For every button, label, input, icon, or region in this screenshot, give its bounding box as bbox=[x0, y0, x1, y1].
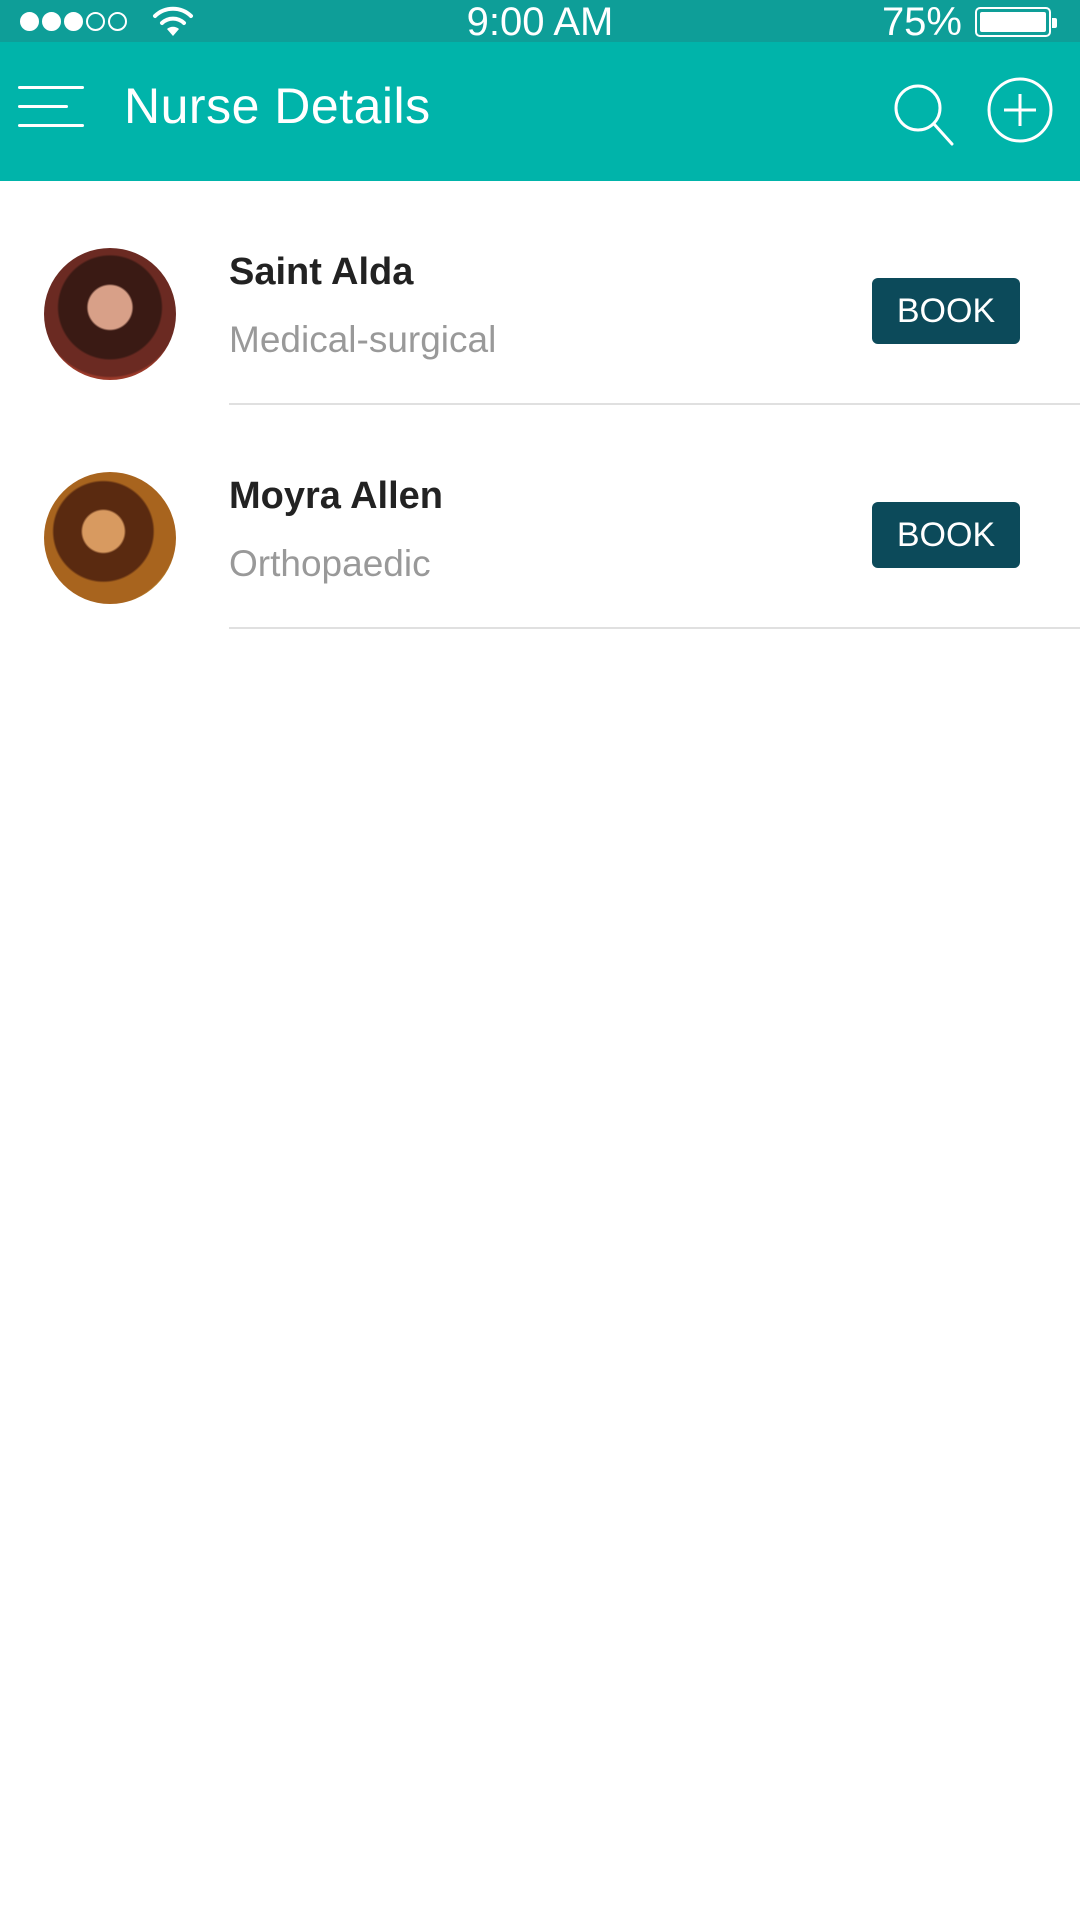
list-item[interactable]: Moyra Allen Orthopaedic BOOK bbox=[0, 405, 1080, 629]
battery-icon bbox=[975, 7, 1057, 37]
list-item[interactable]: Saint Alda Medical-surgical BOOK bbox=[0, 181, 1080, 405]
battery-fill bbox=[980, 12, 1046, 32]
avatar bbox=[44, 248, 176, 380]
hamburger-menu-icon[interactable] bbox=[18, 86, 84, 130]
battery-cap bbox=[1052, 18, 1057, 28]
menu-line bbox=[18, 105, 68, 108]
book-button[interactable]: BOOK bbox=[872, 502, 1020, 568]
menu-line bbox=[18, 86, 84, 89]
page-title: Nurse Details bbox=[124, 78, 431, 134]
nurse-specialty: Orthopaedic bbox=[229, 543, 431, 584]
status-bar: 9:00 AM 75% bbox=[0, 0, 1080, 44]
divider bbox=[229, 627, 1080, 629]
add-circle-icon[interactable] bbox=[986, 76, 1054, 144]
avatar bbox=[44, 472, 176, 604]
nurse-specialty: Medical-surgical bbox=[229, 319, 497, 360]
battery-percentage: 75% bbox=[881, 0, 962, 44]
nurse-details-screen: 9:00 AM 75% Nurse Details Saint Alda Med… bbox=[0, 0, 1080, 1920]
book-button[interactable]: BOOK bbox=[872, 278, 1020, 344]
nurse-name: Saint Alda bbox=[229, 251, 414, 293]
nav-bar: Nurse Details bbox=[0, 42, 1080, 181]
nurse-name: Moyra Allen bbox=[229, 475, 443, 517]
search-icon[interactable] bbox=[892, 82, 954, 146]
menu-line bbox=[18, 124, 84, 127]
nurse-list: Saint Alda Medical-surgical BOOK Moyra A… bbox=[0, 181, 1080, 629]
